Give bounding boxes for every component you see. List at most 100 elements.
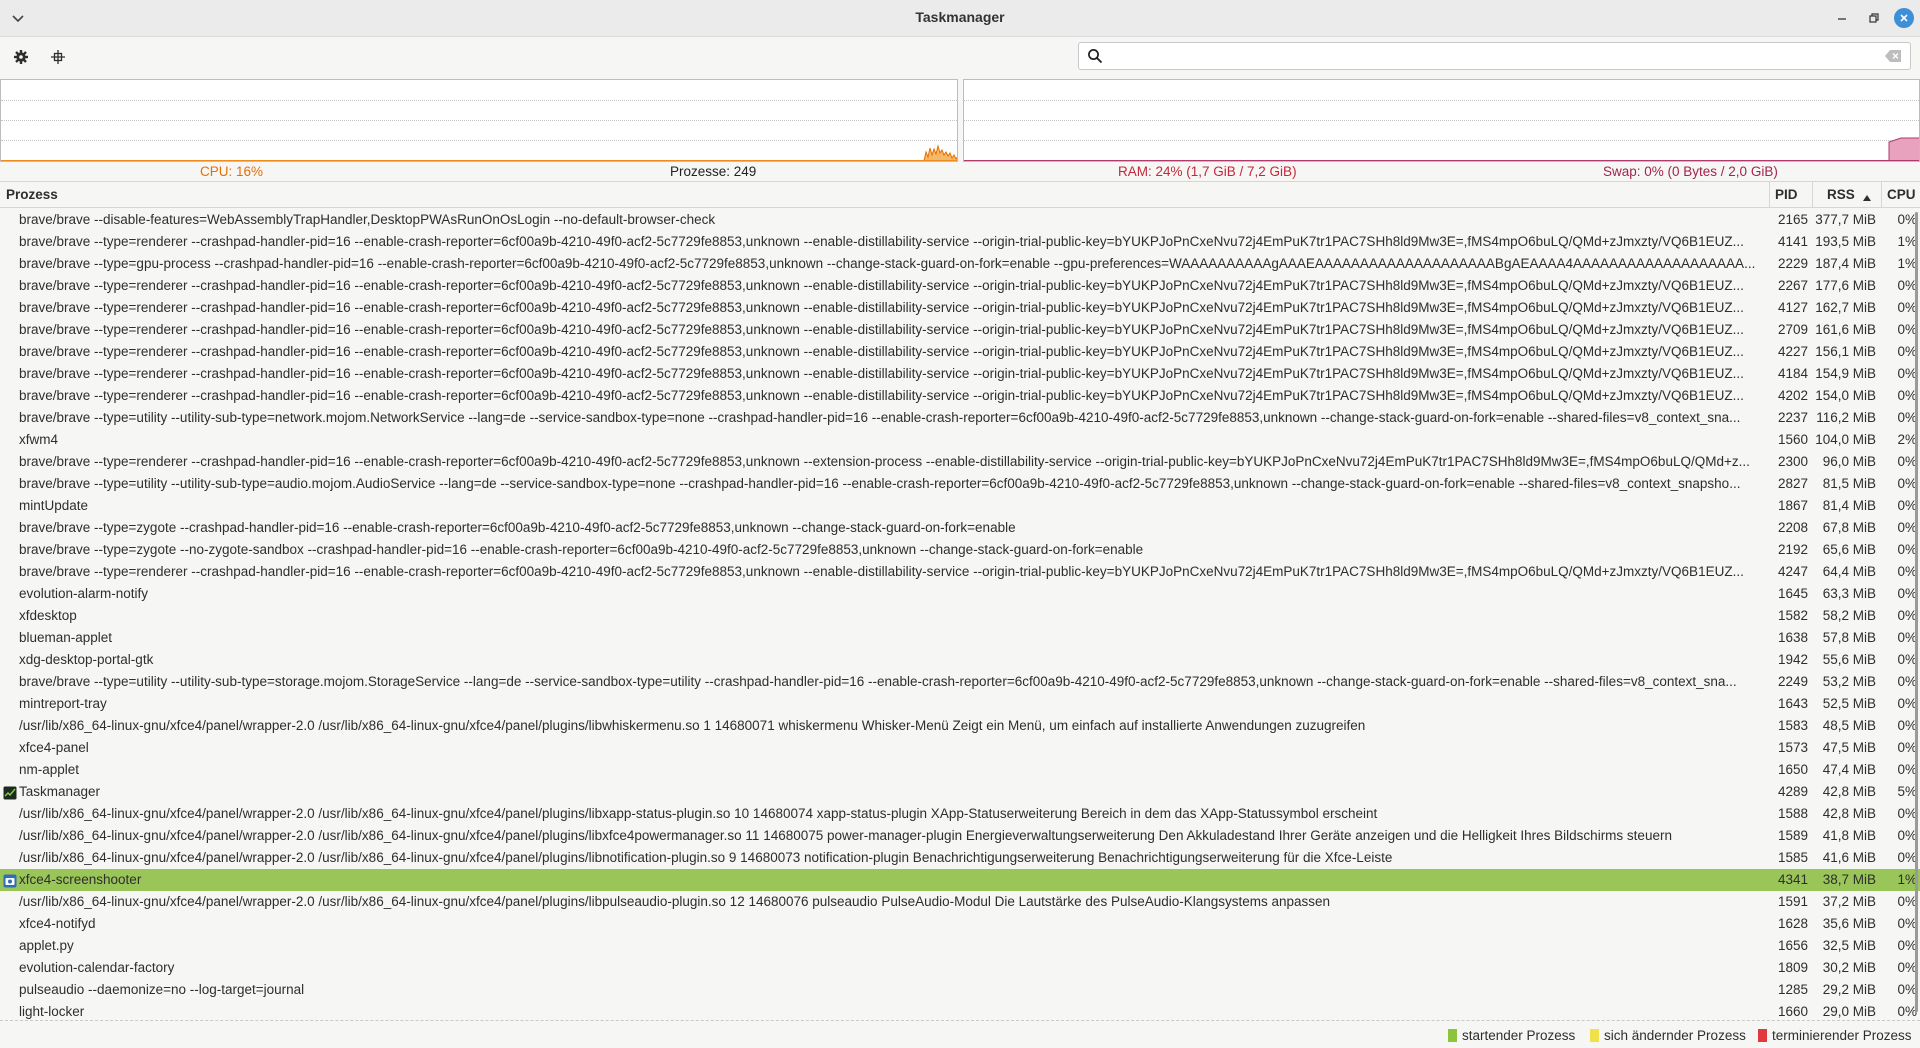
cpu-cell: 0% — [1897, 564, 1917, 579]
rss-cell: 177,6 MiB — [1815, 278, 1876, 293]
table-row[interactable]: xfce4-panel 1573 47,5 MiB 0% — [0, 737, 1920, 759]
rss-cell: 42,8 MiB — [1822, 784, 1876, 799]
pid-cell: 1560 — [1777, 432, 1808, 447]
cpu-cell: 0% — [1897, 300, 1917, 315]
table-row[interactable]: brave/brave --disable-features=WebAssemb… — [0, 209, 1920, 231]
pid-cell: 4289 — [1777, 784, 1808, 799]
clear-search-icon[interactable] — [1884, 49, 1902, 63]
table-row[interactable]: pulseaudio --daemonize=no --log-target=j… — [0, 979, 1920, 1001]
table-row[interactable]: xfce4-screenshooter 4341 38,7 MiB 1% — [0, 869, 1920, 891]
cpu-cell: 0% — [1897, 718, 1917, 733]
table-row[interactable]: brave/brave --type=renderer --crashpad-h… — [0, 341, 1920, 363]
table-row[interactable]: Taskmanager 4289 42,8 MiB 5% — [0, 781, 1920, 803]
process-name-cell: brave/brave --type=renderer --crashpad-h… — [19, 388, 1744, 403]
rss-cell: 29,2 MiB — [1822, 982, 1876, 997]
rss-cell: 35,6 MiB — [1822, 916, 1876, 931]
process-name-cell: xfdesktop — [19, 608, 77, 623]
cpu-usage-label: CPU: 16% — [200, 164, 264, 179]
window-target-crosshair-icon[interactable] — [47, 46, 69, 68]
rss-cell: 81,4 MiB — [1822, 498, 1876, 513]
minimize-icon[interactable] — [1832, 8, 1852, 28]
pid-cell: 4141 — [1777, 234, 1808, 249]
table-row[interactable]: /usr/lib/x86_64-linux-gnu/xfce4/panel/wr… — [0, 891, 1920, 913]
memory-graph — [963, 79, 1920, 162]
table-row[interactable]: evolution-calendar-factory 1809 30,2 MiB 0% — [0, 957, 1920, 979]
table-row[interactable]: /usr/lib/x86_64-linux-gnu/xfce4/panel/wr… — [0, 715, 1920, 737]
table-row[interactable]: brave/brave --type=zygote --crashpad-han… — [0, 517, 1920, 539]
cpu-cell: 0% — [1897, 740, 1917, 755]
table-row[interactable]: xfce4-notifyd 1628 35,6 MiB 0% — [0, 913, 1920, 935]
table-row[interactable]: xfdesktop 1582 58,2 MiB 0% — [0, 605, 1920, 627]
cpu-cell: 0% — [1897, 476, 1917, 491]
table-row[interactable]: brave/brave --type=utility --utility-sub… — [0, 407, 1920, 429]
rss-cell: 29,0 MiB — [1822, 1004, 1876, 1019]
table-row[interactable]: mintUpdate 1867 81,4 MiB 0% — [0, 495, 1920, 517]
cpu-cell: 0% — [1897, 652, 1917, 667]
settings-gear-icon[interactable] — [10, 46, 32, 68]
table-row[interactable]: /usr/lib/x86_64-linux-gnu/xfce4/panel/wr… — [0, 803, 1920, 825]
table-row[interactable]: brave/brave --type=renderer --crashpad-h… — [0, 363, 1920, 385]
pid-cell: 4184 — [1777, 366, 1808, 381]
process-name-cell: brave/brave --type=renderer --crashpad-h… — [19, 366, 1744, 381]
table-row[interactable]: brave/brave --type=renderer --crashpad-h… — [0, 385, 1920, 407]
cpu-cell: 0% — [1897, 960, 1917, 975]
pid-cell: 2192 — [1777, 542, 1808, 557]
column-header-process[interactable]: Prozess — [6, 187, 58, 202]
table-row[interactable]: xdg-desktop-portal-gtk 1942 55,6 MiB 0% — [0, 649, 1920, 671]
cpu-cell: 0% — [1897, 410, 1917, 425]
rss-cell: 32,5 MiB — [1822, 938, 1876, 953]
restore-icon[interactable] — [1864, 8, 1884, 28]
table-row[interactable]: xfwm4 1560 104,0 MiB 2% — [0, 429, 1920, 451]
table-row[interactable]: evolution-alarm-notify 1645 63,3 MiB 0% — [0, 583, 1920, 605]
table-row[interactable]: brave/brave --type=utility --utility-sub… — [0, 473, 1920, 495]
table-row[interactable]: brave/brave --type=renderer --crashpad-h… — [0, 297, 1920, 319]
pid-cell: 1588 — [1777, 806, 1808, 821]
table-row[interactable]: brave/brave --type=renderer --crashpad-h… — [0, 275, 1920, 297]
cpu-cell: 0% — [1897, 938, 1917, 953]
cpu-cell: 0% — [1897, 322, 1917, 337]
status-legend: startender Prozess sich ändernder Prozes… — [0, 1020, 1920, 1048]
pid-cell: 1942 — [1777, 652, 1808, 667]
pid-cell: 1583 — [1777, 718, 1808, 733]
table-row[interactable]: brave/brave --type=utility --utility-sub… — [0, 671, 1920, 693]
search-input[interactable] — [1111, 46, 1855, 68]
rss-cell: 154,0 MiB — [1815, 388, 1876, 403]
table-row[interactable]: nm-applet 1650 47,4 MiB 0% — [0, 759, 1920, 781]
process-list: brave/brave --disable-features=WebAssemb… — [0, 209, 1920, 1020]
vertical-scrollbar[interactable] — [1915, 212, 1918, 1012]
table-row[interactable]: /usr/lib/x86_64-linux-gnu/xfce4/panel/wr… — [0, 847, 1920, 869]
table-row[interactable]: brave/brave --type=renderer --crashpad-h… — [0, 231, 1920, 253]
table-row[interactable]: brave/brave --type=renderer --crashpad-h… — [0, 561, 1920, 583]
pid-cell: 1809 — [1777, 960, 1808, 975]
cpu-cell: 0% — [1897, 850, 1917, 865]
table-row[interactable]: blueman-applet 1638 57,8 MiB 0% — [0, 627, 1920, 649]
table-row[interactable]: brave/brave --type=gpu-process --crashpa… — [0, 253, 1920, 275]
process-name-cell: brave/brave --type=zygote --no-zygote-sa… — [19, 542, 1144, 557]
column-header-rss[interactable]: RSS — [1827, 187, 1855, 202]
table-row[interactable]: brave/brave --type=renderer --crashpad-h… — [0, 451, 1920, 473]
table-row[interactable]: brave/brave --type=renderer --crashpad-h… — [0, 319, 1920, 341]
rss-cell: 48,5 MiB — [1822, 718, 1876, 733]
rss-cell: 161,6 MiB — [1815, 322, 1876, 337]
column-header-pid[interactable]: PID — [1775, 187, 1798, 202]
cpu-cell: 1% — [1897, 256, 1917, 271]
table-row[interactable]: brave/brave --type=zygote --no-zygote-sa… — [0, 539, 1920, 561]
process-name-cell: /usr/lib/x86_64-linux-gnu/xfce4/panel/wr… — [19, 894, 1331, 909]
pid-cell: 2267 — [1777, 278, 1808, 293]
table-row[interactable]: applet.py 1656 32,5 MiB 0% — [0, 935, 1920, 957]
search-field[interactable] — [1078, 42, 1911, 70]
column-header-cpu[interactable]: CPU — [1887, 187, 1916, 202]
legend-terminating: terminierender Prozess — [1758, 1028, 1912, 1043]
table-row[interactable]: mintreport-tray 1643 52,5 MiB 0% — [0, 693, 1920, 715]
legend-terminating-label: terminierender Prozess — [1772, 1028, 1912, 1043]
rss-cell: 53,2 MiB — [1822, 674, 1876, 689]
cpu-cell: 0% — [1897, 762, 1917, 777]
rss-cell: 187,4 MiB — [1815, 256, 1876, 271]
rss-cell: 63,3 MiB — [1822, 586, 1876, 601]
pid-cell: 1638 — [1777, 630, 1808, 645]
table-row[interactable]: /usr/lib/x86_64-linux-gnu/xfce4/panel/wr… — [0, 825, 1920, 847]
cpu-cell: 0% — [1897, 630, 1917, 645]
table-row[interactable]: light-locker 1660 29,0 MiB 0% — [0, 1001, 1920, 1020]
rss-cell: 377,7 MiB — [1815, 212, 1876, 227]
close-icon[interactable] — [1894, 8, 1914, 28]
